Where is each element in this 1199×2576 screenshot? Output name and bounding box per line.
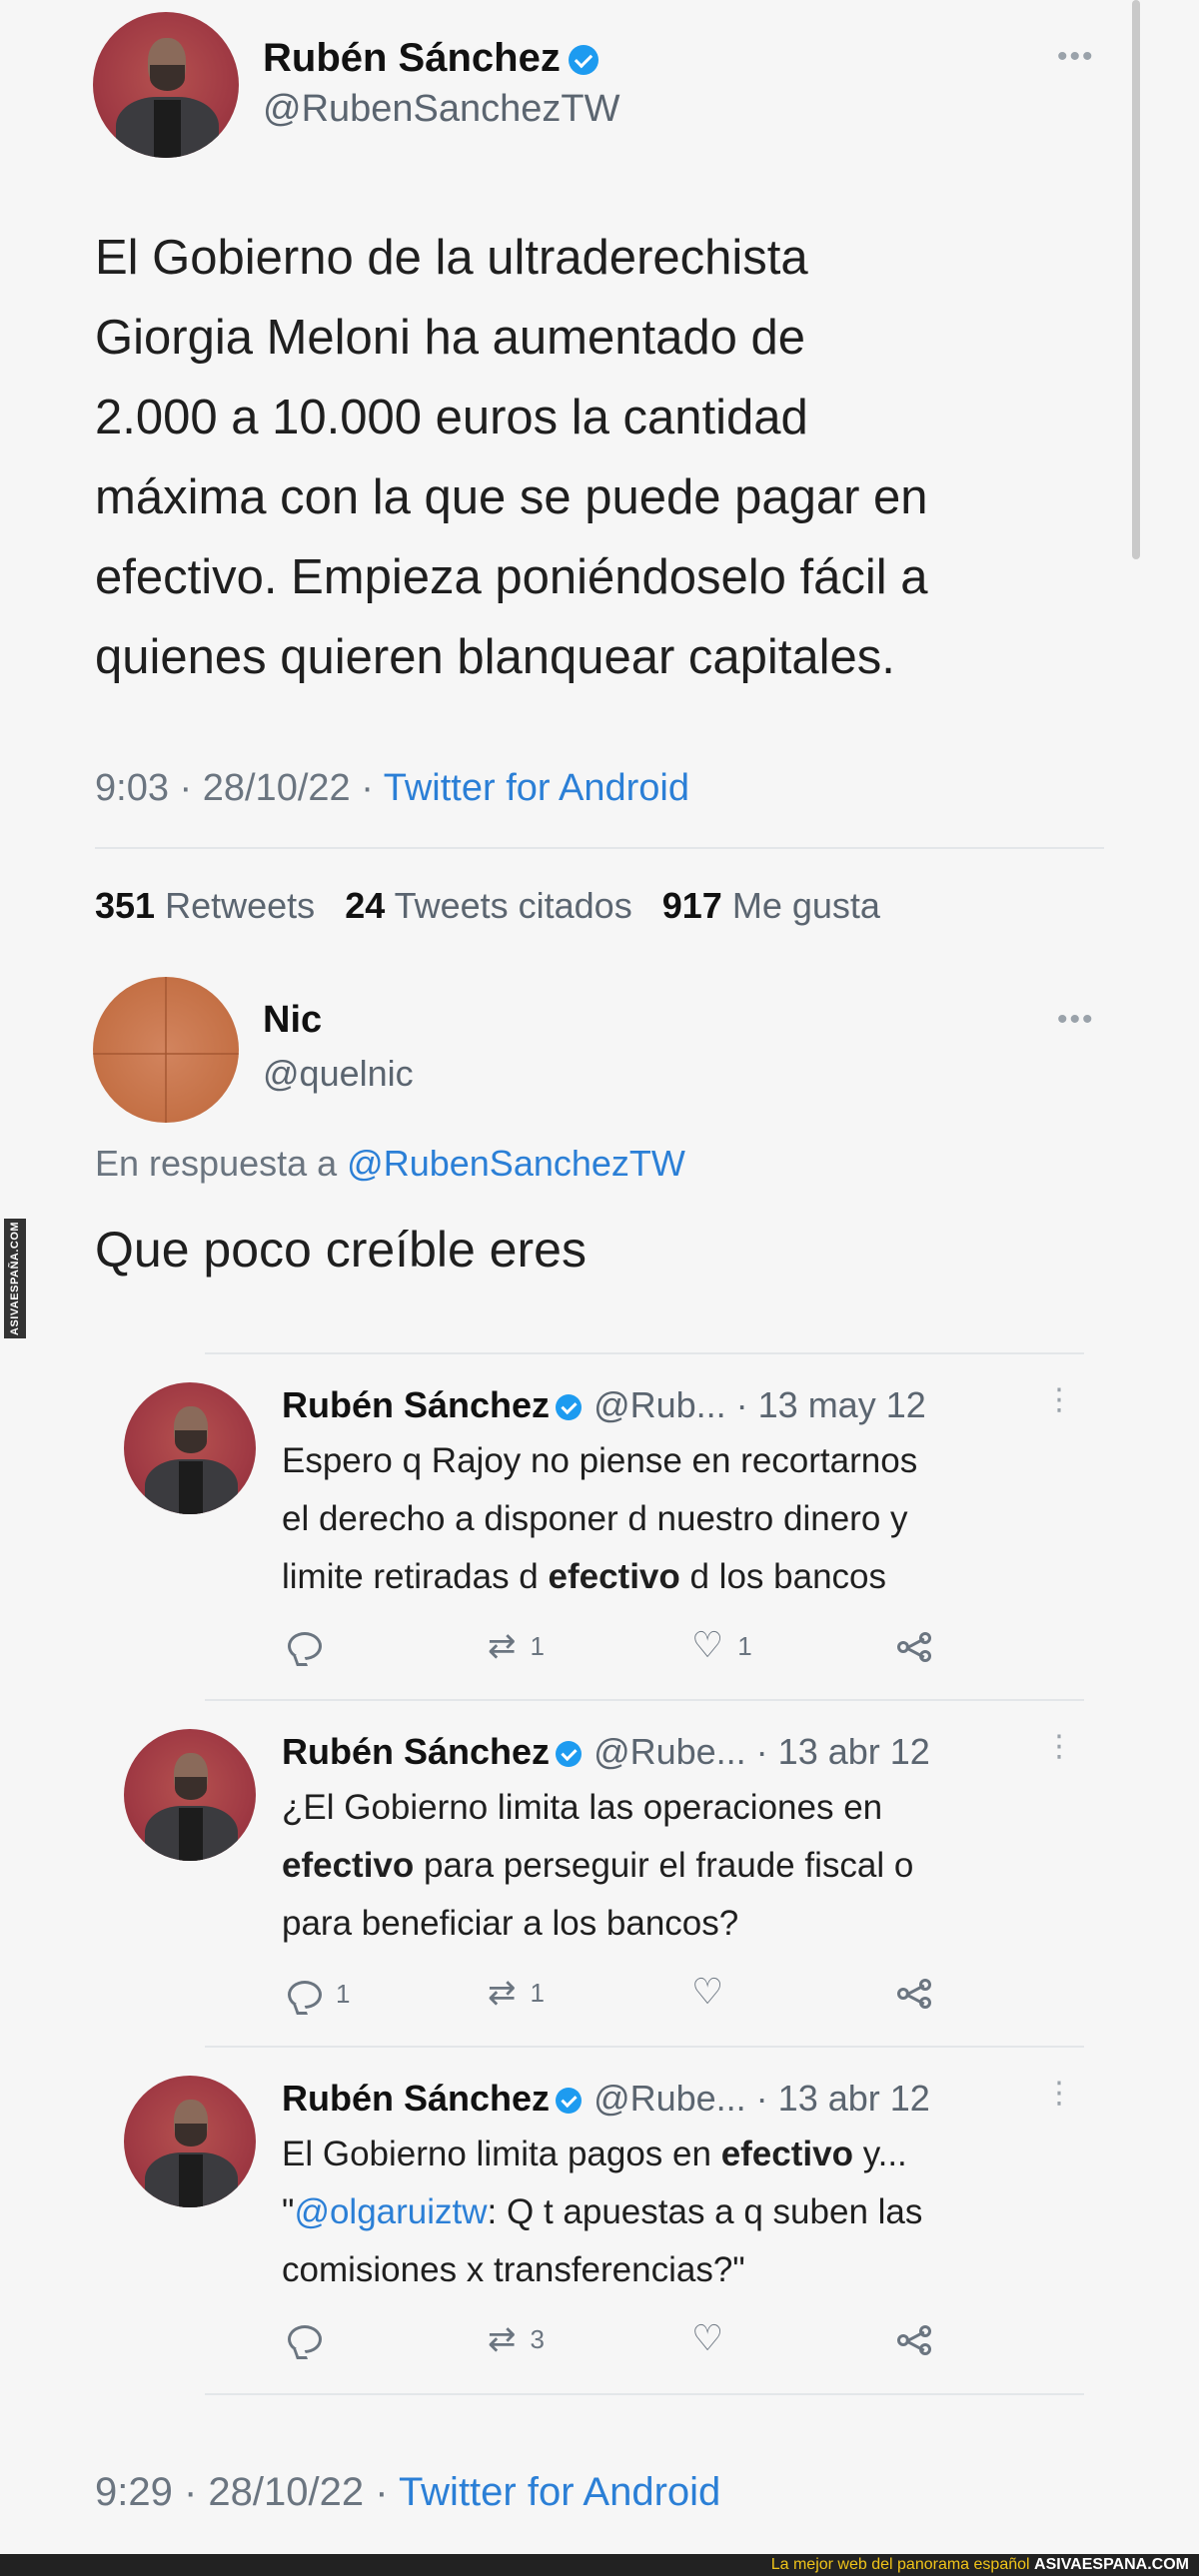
like-action[interactable]: ♡ 1 [691, 1628, 752, 1664]
avatar[interactable] [124, 2076, 256, 2207]
retweet-action[interactable]: ⇄ 3 [488, 2319, 545, 2359]
reply-author-handle[interactable]: @quelnic [263, 1053, 414, 1095]
quoted-text-line: efectivo para perseguir el fraude fiscal… [282, 1846, 914, 1885]
reply-to-handle-link[interactable]: @RubenSanchezTW [347, 1143, 685, 1184]
retweet-count: 1 [530, 1977, 545, 2008]
tweet-timestamp[interactable]: 9:03 · 28/10/22 · [95, 767, 384, 809]
like-count: 1 [737, 1630, 752, 1661]
retweet-count: 3 [530, 2323, 545, 2354]
author-handle[interactable]: @RubenSanchezTW [263, 88, 620, 131]
tweet-text-line: efectivo. Empieza poniéndoselo fácil a [95, 550, 928, 604]
reply-icon [288, 1632, 322, 1660]
quoted-handle-date: @Rube... · 13 abr 12 [594, 2078, 930, 2119]
reply-count: 1 [336, 1979, 351, 2009]
retweet-icon: ⇄ [488, 2319, 517, 2359]
avatar[interactable] [93, 977, 239, 1123]
quoted-text-line: "@olgaruiztw: Q t apuestas a q suben las [282, 2192, 923, 2231]
reply-action[interactable]: 1 [288, 1979, 350, 2010]
share-icon [897, 1979, 935, 2009]
reply-action[interactable] [288, 2325, 336, 2353]
avatar[interactable] [124, 1382, 256, 1514]
reply-icon [288, 1980, 322, 2009]
divider [205, 1699, 1084, 1701]
avatar[interactable] [93, 12, 239, 158]
retweet-icon: ⇄ [488, 1626, 517, 1666]
quoted-text-line: El Gobierno limita pagos en efectivo y..… [282, 2135, 907, 2173]
tweet-source-link[interactable]: Twitter for Android [384, 767, 689, 809]
retweet-count: 1 [530, 1630, 545, 1661]
like-action[interactable]: ♡ [691, 2321, 737, 2357]
tweet-text-line: quienes quieren blanquear capitales. [95, 630, 895, 684]
tweet-text-line: El Gobierno de la ultraderechista [95, 231, 808, 285]
share-icon [897, 2325, 935, 2355]
share-icon [897, 1632, 935, 1662]
quoted-text-line: comisiones x transferencias?" [282, 2250, 745, 2289]
quoted-author[interactable]: Rubén Sánchez @Rube... · 13 abr 12 [282, 2078, 930, 2120]
share-action[interactable] [897, 1632, 935, 1662]
heart-icon: ♡ [691, 2318, 724, 2359]
reply-context: En respuesta a @RubenSanchezTW [95, 1143, 685, 1184]
divider [95, 847, 1104, 849]
verified-badge-icon [556, 1741, 583, 1767]
quoted-handle-date: @Rub... · 13 may 12 [594, 1384, 926, 1425]
quoted-text-line: limite retiradas d efectivo d los bancos [282, 1557, 887, 1596]
vertical-dots-icon[interactable]: ⋮ [1044, 2076, 1179, 2111]
divider [205, 2046, 1084, 2048]
tweet-stats: 351 Retweets 24 Tweets citados 917 Me gu… [95, 885, 880, 927]
verified-badge-icon [556, 1394, 583, 1420]
quoted-text-line: ¿El Gobierno limita las operaciones en [282, 1788, 883, 1827]
verified-badge-icon [568, 45, 599, 75]
reply-timestamp[interactable]: 9:29 · 28/10/22 · [95, 2470, 399, 2514]
heart-icon: ♡ [691, 1625, 724, 1666]
quoted-author[interactable]: Rubén Sánchez @Rub... · 13 may 12 [282, 1384, 926, 1426]
heart-icon: ♡ [691, 1972, 724, 2013]
reply-author-name[interactable]: Nic [263, 999, 322, 1042]
tweet-text-line: máxima con la que se puede pagar en [95, 470, 928, 524]
share-action[interactable] [897, 1979, 935, 2009]
retweet-action[interactable]: ⇄ 1 [488, 1626, 545, 1666]
tweet-meta: 9:03 · 28/10/22 · Twitter for Android [95, 767, 689, 810]
retweet-icon: ⇄ [488, 1973, 517, 2013]
divider [205, 1352, 1084, 1354]
retweet-action[interactable]: ⇄ 1 [488, 1973, 545, 2013]
retweets-stat[interactable]: 351 Retweets [95, 885, 315, 926]
reply-icon [288, 2325, 322, 2353]
bottom-watermark-bar: La mejor web del panorama español ASIVAE… [0, 2554, 1199, 2576]
reply-action[interactable] [288, 1632, 336, 1660]
author-name[interactable]: Rubén Sánchez [263, 36, 599, 81]
divider [205, 2393, 1084, 2395]
vertical-dots-icon[interactable]: ⋮ [1044, 1382, 1179, 1417]
quoted-author[interactable]: Rubén Sánchez @Rube... · 13 abr 12 [282, 1731, 930, 1773]
likes-stat[interactable]: 917 Me gusta [662, 885, 880, 926]
quoted-handle-date: @Rube... · 13 abr 12 [594, 1731, 930, 1772]
quotes-stat[interactable]: 24 Tweets citados [345, 885, 632, 926]
bold-keyword: efectivo [282, 1846, 415, 1885]
scrollbar[interactable] [1132, 0, 1140, 559]
verified-badge-icon [556, 2088, 583, 2114]
mention-link[interactable]: @olgaruiztw [294, 2192, 487, 2231]
share-action[interactable] [897, 2325, 935, 2355]
bold-keyword: efectivo [548, 1557, 680, 1596]
reply-text: Que poco creíble eres [95, 1222, 587, 1278]
tweet-text-line: Giorgia Meloni ha aumentado de [95, 311, 805, 365]
reply-source-link[interactable]: Twitter for Android [399, 2470, 720, 2514]
more-options-icon[interactable]: ••• [1057, 1003, 1095, 1037]
quoted-text-line: para beneficiar a los bancos? [282, 1904, 739, 1943]
vertical-dots-icon[interactable]: ⋮ [1044, 1729, 1179, 1764]
bold-keyword: efectivo [720, 2135, 853, 2173]
screenshot-page: ASIVAESPAÑA.COM Rubén Sánchez @RubenSanc… [0, 0, 1199, 2576]
quoted-text-line: Espero q Rajoy no piense en recortarnos [282, 1441, 918, 1480]
side-watermark: ASIVAESPAÑA.COM [4, 1219, 26, 1338]
like-action[interactable]: ♡ [691, 1975, 737, 2011]
reply-meta: 9:29 · 28/10/22 · Twitter for Android [95, 2470, 720, 2515]
tweet-text-line: 2.000 a 10.000 euros la cantidad [95, 391, 808, 444]
avatar[interactable] [124, 1729, 256, 1861]
quoted-text-line: el derecho a disponer d nuestro dinero y [282, 1499, 908, 1538]
more-options-icon[interactable]: ••• [1057, 40, 1095, 74]
